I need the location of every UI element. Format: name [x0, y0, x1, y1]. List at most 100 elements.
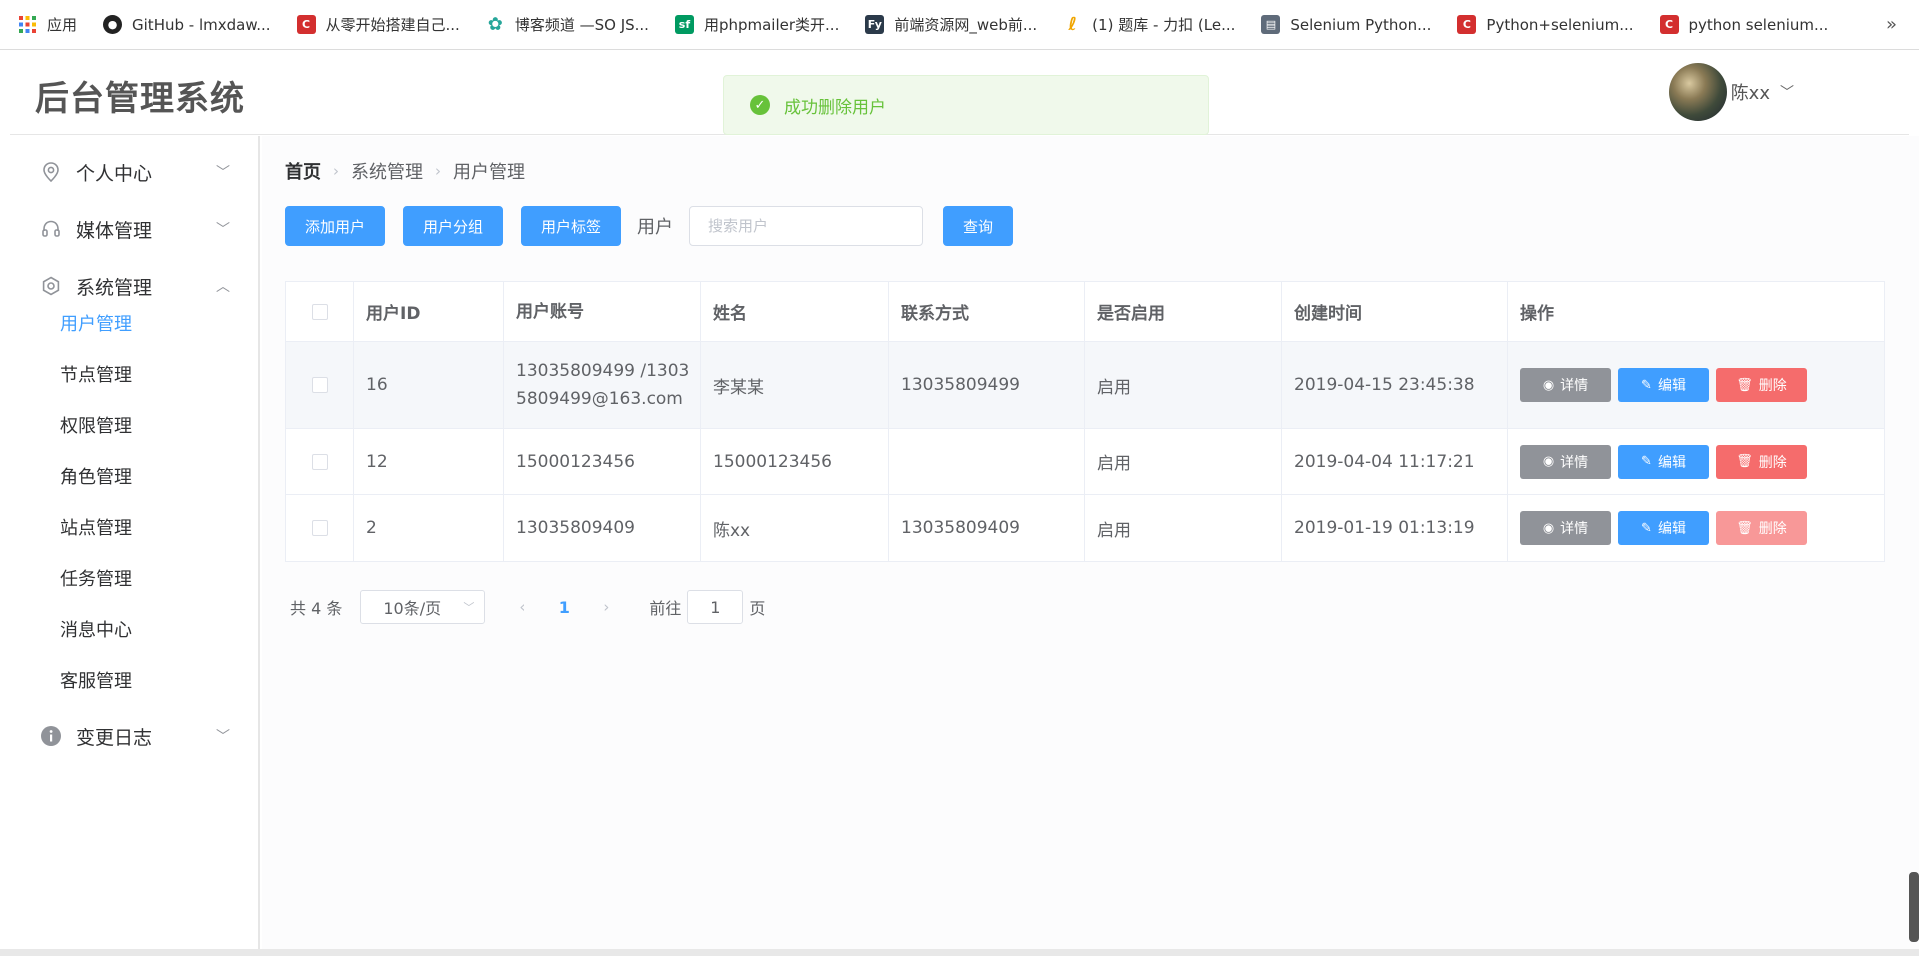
sidebar-item-permission-management[interactable]: 权限管理: [10, 400, 258, 450]
delete-button-disabled[interactable]: 🗑 删除: [1716, 511, 1807, 545]
search-label: 用户: [637, 217, 674, 238]
eye-icon: ◉: [1542, 520, 1555, 536]
check-circle-icon: ✓: [750, 95, 770, 115]
bookmark-github[interactable]: ● GitHub - lmxdaw...: [103, 0, 271, 50]
edit-button[interactable]: ✎ 编辑: [1618, 444, 1709, 479]
sidebar-item-user-management[interactable]: 用户管理: [10, 298, 258, 348]
bookmarks-more-icon[interactable]: »: [1886, 14, 1897, 35]
cell-name: 陈xx: [701, 495, 889, 561]
row-select-cell: [286, 342, 354, 428]
app-header: 后台管理系统 ✓ 成功删除用户 陈xx ﹀: [10, 51, 1909, 135]
cell-account: 13035809409: [504, 495, 701, 561]
header-created: 创建时间: [1282, 282, 1508, 341]
sidebar-item-node-management[interactable]: 节点管理: [10, 349, 258, 399]
sidebar-item-personal[interactable]: 个人中心 ﹀: [10, 142, 258, 202]
chevron-up-icon: ︿: [216, 279, 230, 295]
cell-name: 15000123456: [701, 429, 889, 494]
breadcrumb-home[interactable]: 首页: [285, 158, 321, 184]
edit-label: 编辑: [1657, 521, 1686, 537]
sf-icon: sf: [674, 15, 694, 34]
bookmark-apps[interactable]: 应用: [18, 0, 77, 50]
sidebar-item-task-management[interactable]: 任务管理: [10, 553, 258, 603]
page-number-current[interactable]: 1: [544, 590, 584, 624]
sidebar-item-message-center[interactable]: 消息中心: [10, 604, 258, 654]
detail-label: 详情: [1560, 454, 1589, 471]
row-checkbox[interactable]: [311, 520, 328, 536]
goto-page-input[interactable]: [687, 590, 744, 624]
bookmark-csdn-2[interactable]: C Python+selenium...: [1457, 0, 1634, 50]
detail-button[interactable]: ◉ 详情: [1520, 444, 1611, 479]
sidebar-item-media[interactable]: 媒体管理 ﹀: [10, 199, 258, 259]
breadcrumb-current: 用户管理: [453, 162, 525, 183]
sidebar-item-customer-service[interactable]: 客服管理: [10, 655, 258, 705]
bookmark-csdn-3[interactable]: C python selenium...: [1659, 0, 1828, 50]
user-dropdown[interactable]: 陈xx ﹀: [1668, 63, 1794, 121]
sidebar: 个人中心 ﹀ 媒体管理 ﹀ 系统管理 ︿ 用户管理 节点管理 权限管理 角色管理…: [10, 136, 260, 956]
detail-label: 详情: [1560, 521, 1589, 537]
username[interactable]: 陈xx: [1731, 79, 1770, 105]
eye-icon: ◉: [1542, 454, 1555, 469]
leetcode-icon: ℓ: [1068, 14, 1077, 35]
cell-contact: 13035809499: [889, 342, 1085, 428]
row-checkbox[interactable]: [311, 453, 328, 470]
search-input[interactable]: [689, 206, 924, 246]
cell-created: 2019-01-19 01:13:19: [1282, 495, 1508, 561]
app-logo: 后台管理系统: [35, 79, 245, 119]
location-icon: [40, 161, 62, 183]
bookmark-label: 应用: [47, 16, 78, 34]
bookmark-csdn-1[interactable]: C 从零开始搭建自己...: [296, 0, 460, 50]
next-page-icon[interactable]: ›: [589, 590, 623, 624]
bookmark-frontend[interactable]: Fy 前端资源网_web前...: [865, 0, 1037, 50]
cell-actions: ◉ 详情 ✎ 编辑 🗑 删除: [1508, 342, 1884, 428]
query-button[interactable]: 查询: [943, 206, 1014, 246]
select-all-checkbox[interactable]: [311, 303, 328, 320]
user-tag-button[interactable]: 用户标签: [521, 206, 622, 246]
cell-enabled: 启用: [1085, 495, 1282, 561]
bookmark-label: 用phpmailer类开...: [703, 16, 840, 34]
add-user-button[interactable]: 添加用户: [285, 206, 386, 246]
bookmark-label: 从零开始搭建自己...: [325, 16, 460, 34]
cell-contact: 13035809409: [889, 495, 1085, 561]
header-contact: 联系方式: [889, 282, 1085, 341]
bookmark-blog[interactable]: ✿ 博客频道 —SO JS...: [486, 0, 649, 50]
bookmark-selenium[interactable]: ▤ Selenium Python...: [1261, 0, 1431, 50]
row-checkbox[interactable]: [311, 377, 328, 393]
page-suffix: 页: [749, 599, 766, 618]
bookmark-leetcode[interactable]: ℓ (1) 题库 - 力扣 (Le...: [1063, 0, 1235, 50]
page-size-select[interactable]: 10条/页 ﹀: [360, 590, 486, 624]
bookmark-sf[interactable]: sf 用phpmailer类开...: [674, 0, 840, 50]
chevron-down-icon[interactable]: ﹀: [1780, 82, 1794, 102]
info-icon: [40, 725, 62, 747]
detail-button[interactable]: ◉ 详情: [1520, 511, 1611, 545]
row-select-cell: [286, 495, 354, 561]
sidebar-item-role-management[interactable]: 角色管理: [10, 451, 258, 501]
edit-button[interactable]: ✎ 编辑: [1618, 368, 1709, 402]
header-account: 用户账号: [504, 282, 701, 341]
headset-icon: [40, 218, 62, 240]
edit-button[interactable]: ✎ 编辑: [1618, 511, 1709, 545]
delete-button[interactable]: 🗑 删除: [1716, 368, 1807, 402]
cell-account: 15000123456: [504, 429, 701, 494]
chevron-down-icon: ﹀: [463, 601, 475, 614]
detail-button[interactable]: ◉ 详情: [1520, 368, 1611, 402]
cell-name: 李某某: [701, 342, 889, 428]
pencil-icon: ✎: [1641, 377, 1652, 393]
toolbar: 添加用户 用户分组 用户标签 用户 查询: [285, 206, 1031, 246]
sidebar-item-label: 媒体管理: [76, 219, 153, 242]
scrollbar-thumb[interactable]: [1909, 872, 1919, 942]
delete-label: 删除: [1758, 378, 1787, 394]
avatar[interactable]: [1668, 63, 1727, 121]
delete-button[interactable]: 🗑 删除: [1716, 444, 1807, 479]
fy-icon: Fy: [865, 15, 885, 34]
window-bottom-edge: [0, 949, 1919, 956]
cell-user-id: 12: [354, 429, 504, 494]
prev-page-icon[interactable]: ‹: [505, 590, 539, 624]
settings-icon: [40, 275, 62, 297]
breadcrumb: 首页 › 系统管理 › 用户管理: [285, 158, 525, 184]
sidebar-item-site-management[interactable]: 站点管理: [10, 502, 258, 552]
user-group-button[interactable]: 用户分组: [403, 206, 504, 246]
github-icon: ●: [103, 15, 123, 34]
eye-icon: ◉: [1542, 377, 1555, 393]
gear-flower-icon: ✿: [487, 14, 503, 35]
sidebar-item-changelog[interactable]: 变更日志 ﹀: [10, 706, 258, 766]
